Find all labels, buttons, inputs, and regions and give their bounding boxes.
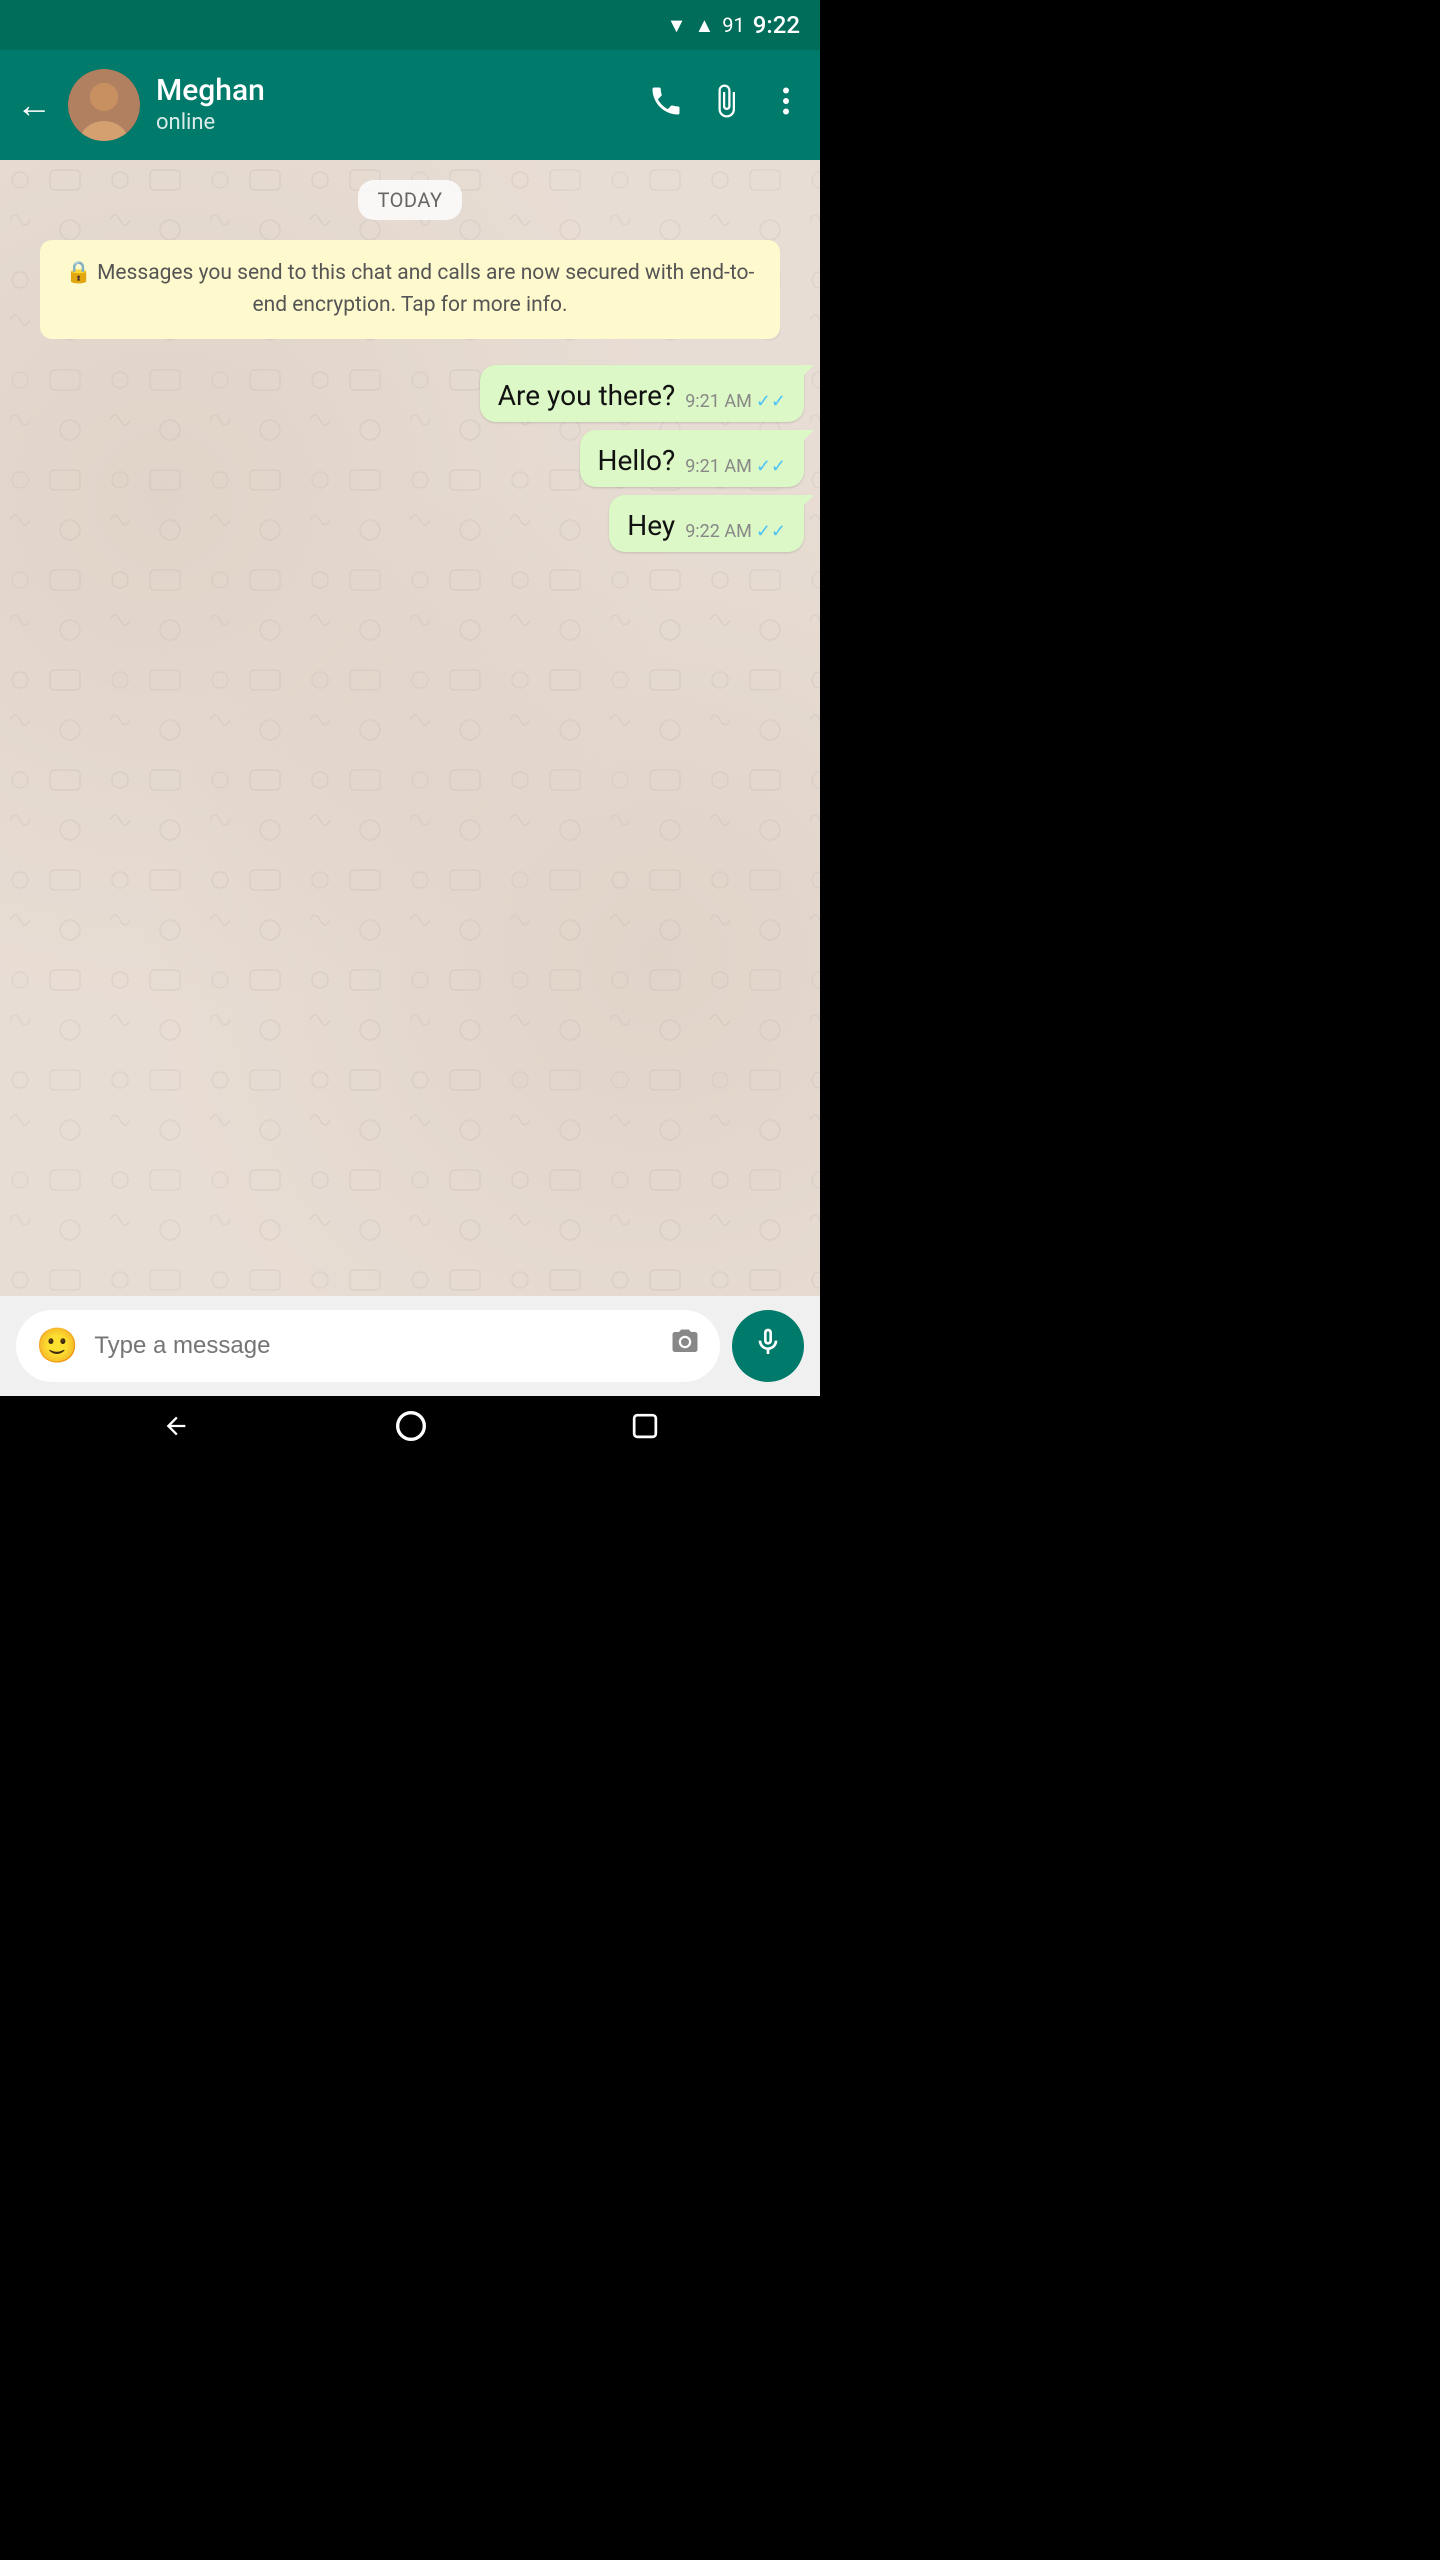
message-text-1: Are you there?	[498, 379, 675, 412]
message-meta-2: 9:21 AM ✓✓	[685, 456, 786, 477]
contact-name: Meghan	[156, 73, 632, 109]
attach-icon[interactable]	[708, 83, 744, 127]
message-input-wrap: 🙂	[16, 1310, 720, 1382]
message-time-3: 9:22 AM	[685, 521, 752, 542]
double-tick-1: ✓✓	[756, 391, 786, 412]
signal-icon: ▲	[694, 13, 714, 38]
avatar[interactable]	[68, 69, 140, 141]
message-bubble-1[interactable]: Are you there? 9:21 AM ✓✓	[480, 365, 804, 422]
message-meta-3: 9:22 AM ✓✓	[685, 521, 786, 542]
status-icons: ▼ ▲ 91 9:22	[667, 11, 800, 39]
status-bar: ▼ ▲ 91 9:22	[0, 0, 820, 50]
encryption-text: Messages you send to this chat and calls…	[97, 261, 754, 317]
nav-recent-button[interactable]	[632, 1413, 658, 1439]
emoji-icon[interactable]: 🙂	[36, 1326, 78, 1366]
lock-icon: 🔒	[66, 261, 92, 285]
chat-area: TODAY 🔒 Messages you send to this chat a…	[0, 160, 820, 1296]
mic-icon	[752, 1326, 784, 1366]
wifi-icon: ▼	[667, 13, 687, 38]
status-time: 9:22	[753, 11, 800, 39]
message-bubble-2[interactable]: Hello? 9:21 AM ✓✓	[580, 430, 804, 487]
contact-status: online	[156, 109, 632, 138]
back-button[interactable]: ←	[16, 87, 52, 123]
nav-home-button[interactable]	[395, 1410, 427, 1442]
messages-container: Are you there? 9:21 AM ✓✓ Hello? 9:21 AM…	[16, 365, 804, 552]
more-icon[interactable]	[768, 83, 804, 127]
message-meta-1: 9:21 AM ✓✓	[685, 391, 786, 412]
mic-button[interactable]	[732, 1310, 804, 1382]
double-tick-2: ✓✓	[756, 456, 786, 477]
call-icon[interactable]	[648, 83, 684, 127]
message-time-2: 9:21 AM	[685, 456, 752, 477]
camera-icon[interactable]	[670, 1327, 700, 1365]
message-text-3: Hey	[627, 509, 675, 542]
input-bar: 🙂	[0, 1296, 820, 1396]
chat-content: TODAY 🔒 Messages you send to this chat a…	[16, 180, 804, 552]
nav-back-button[interactable]	[162, 1412, 190, 1440]
bottom-nav	[0, 1396, 820, 1456]
battery-icon: 91	[722, 13, 744, 37]
message-time-1: 9:21 AM	[685, 391, 752, 412]
toolbar-actions	[648, 83, 804, 127]
encryption-notice[interactable]: 🔒 Messages you send to this chat and cal…	[40, 240, 780, 339]
toolbar: ← Meghan online	[0, 50, 820, 160]
double-tick-3: ✓✓	[756, 521, 786, 542]
message-bubble-3[interactable]: Hey 9:22 AM ✓✓	[609, 495, 804, 552]
date-badge: TODAY	[358, 180, 463, 220]
contact-info: Meghan online	[156, 73, 632, 138]
message-input[interactable]	[94, 1332, 654, 1360]
message-text-2: Hello?	[598, 444, 676, 477]
